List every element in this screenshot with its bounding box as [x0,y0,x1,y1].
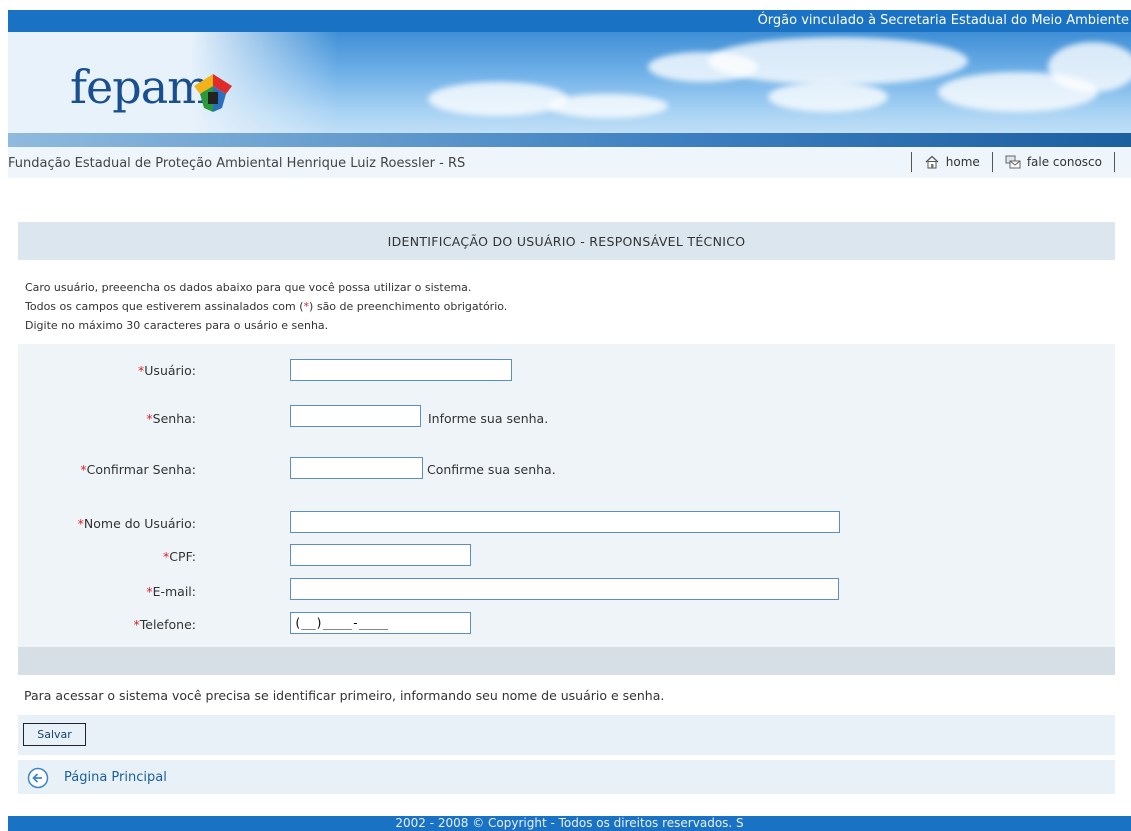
save-button[interactable]: Salvar [23,723,86,746]
confirmar-senha-hint: Confirme sua senha. [427,462,556,477]
fepam-logo[interactable]: fepam [70,60,211,114]
confirmar-senha-label: *Confirmar Senha: [80,462,196,477]
nome-usuario-input[interactable] [290,511,840,533]
home-link[interactable]: home [924,154,980,170]
home-icon [925,155,939,169]
nome-usuario-label: *Nome do Usuário: [77,516,196,531]
usuario-label: *Usuário: [138,363,196,378]
registration-form: *Usuário: *Senha: Informe sua senha. *Co… [18,344,1115,647]
cpf-input[interactable] [290,544,471,566]
nav-divider [991,152,993,172]
agency-tagline: Órgão vinculado à Secretaria Estadual do… [757,13,1129,28]
intro-required-line: Todos os campos que estiverem assinalado… [25,300,508,313]
intro-panel: Caro usuário, preeencha os dados abaixo … [18,260,1115,344]
action-row: Salvar [18,715,1115,755]
contact-mail-icon [1005,155,1021,169]
home-label: home [945,155,980,169]
back-link[interactable]: Página Principal [18,760,1115,794]
email-input[interactable] [290,578,839,600]
contact-link[interactable]: fale conosco [1005,154,1102,170]
section-title: IDENTIFICAÇÃO DO USUÁRIO - RESPONSÁVEL T… [387,234,746,249]
nav-divider [1114,152,1115,172]
header-banner: fepam [8,32,1131,147]
senha-input[interactable] [290,405,421,427]
intro-limit-line: Digite no máximo 30 caracteres para o us… [25,319,329,332]
access-note: Para acessar o sistema você precisa se i… [18,675,1115,715]
form-divider-bar [18,647,1115,675]
intro-line: Caro usuário, preeencha os dados abaixo … [25,281,472,294]
fepam-logo-mark-icon [194,74,232,112]
telefone-label: *Telefone: [133,617,197,632]
email-label: *E-mail: [146,584,196,599]
org-bar: Fundação Estadual de Proteção Ambiental … [8,147,1131,178]
copyright-text: 2002 - 2008 © Copyright - Todos os direi… [395,816,744,830]
top-bar: Órgão vinculado à Secretaria Estadual do… [8,10,1131,32]
back-arrow-icon [27,767,49,789]
top-nav: home fale conosco [899,152,1127,172]
contact-label: fale conosco [1026,155,1102,169]
section-header: IDENTIFICAÇÃO DO USUÁRIO - RESPONSÁVEL T… [18,222,1115,260]
nav-divider [910,152,912,172]
senha-label: *Senha: [146,411,196,426]
footer: 2002 - 2008 © Copyright - Todos os direi… [8,816,1131,831]
org-name: Fundação Estadual de Proteção Ambiental … [8,156,466,171]
back-link-label[interactable]: Página Principal [64,770,167,785]
usuario-input[interactable] [290,359,512,381]
cpf-label: *CPF: [163,549,196,564]
senha-hint: Informe sua senha. [428,411,549,426]
telefone-input[interactable] [290,612,471,634]
access-note-text: Para acessar o sistema você precisa se i… [24,688,665,703]
confirmar-senha-input[interactable] [290,457,423,479]
